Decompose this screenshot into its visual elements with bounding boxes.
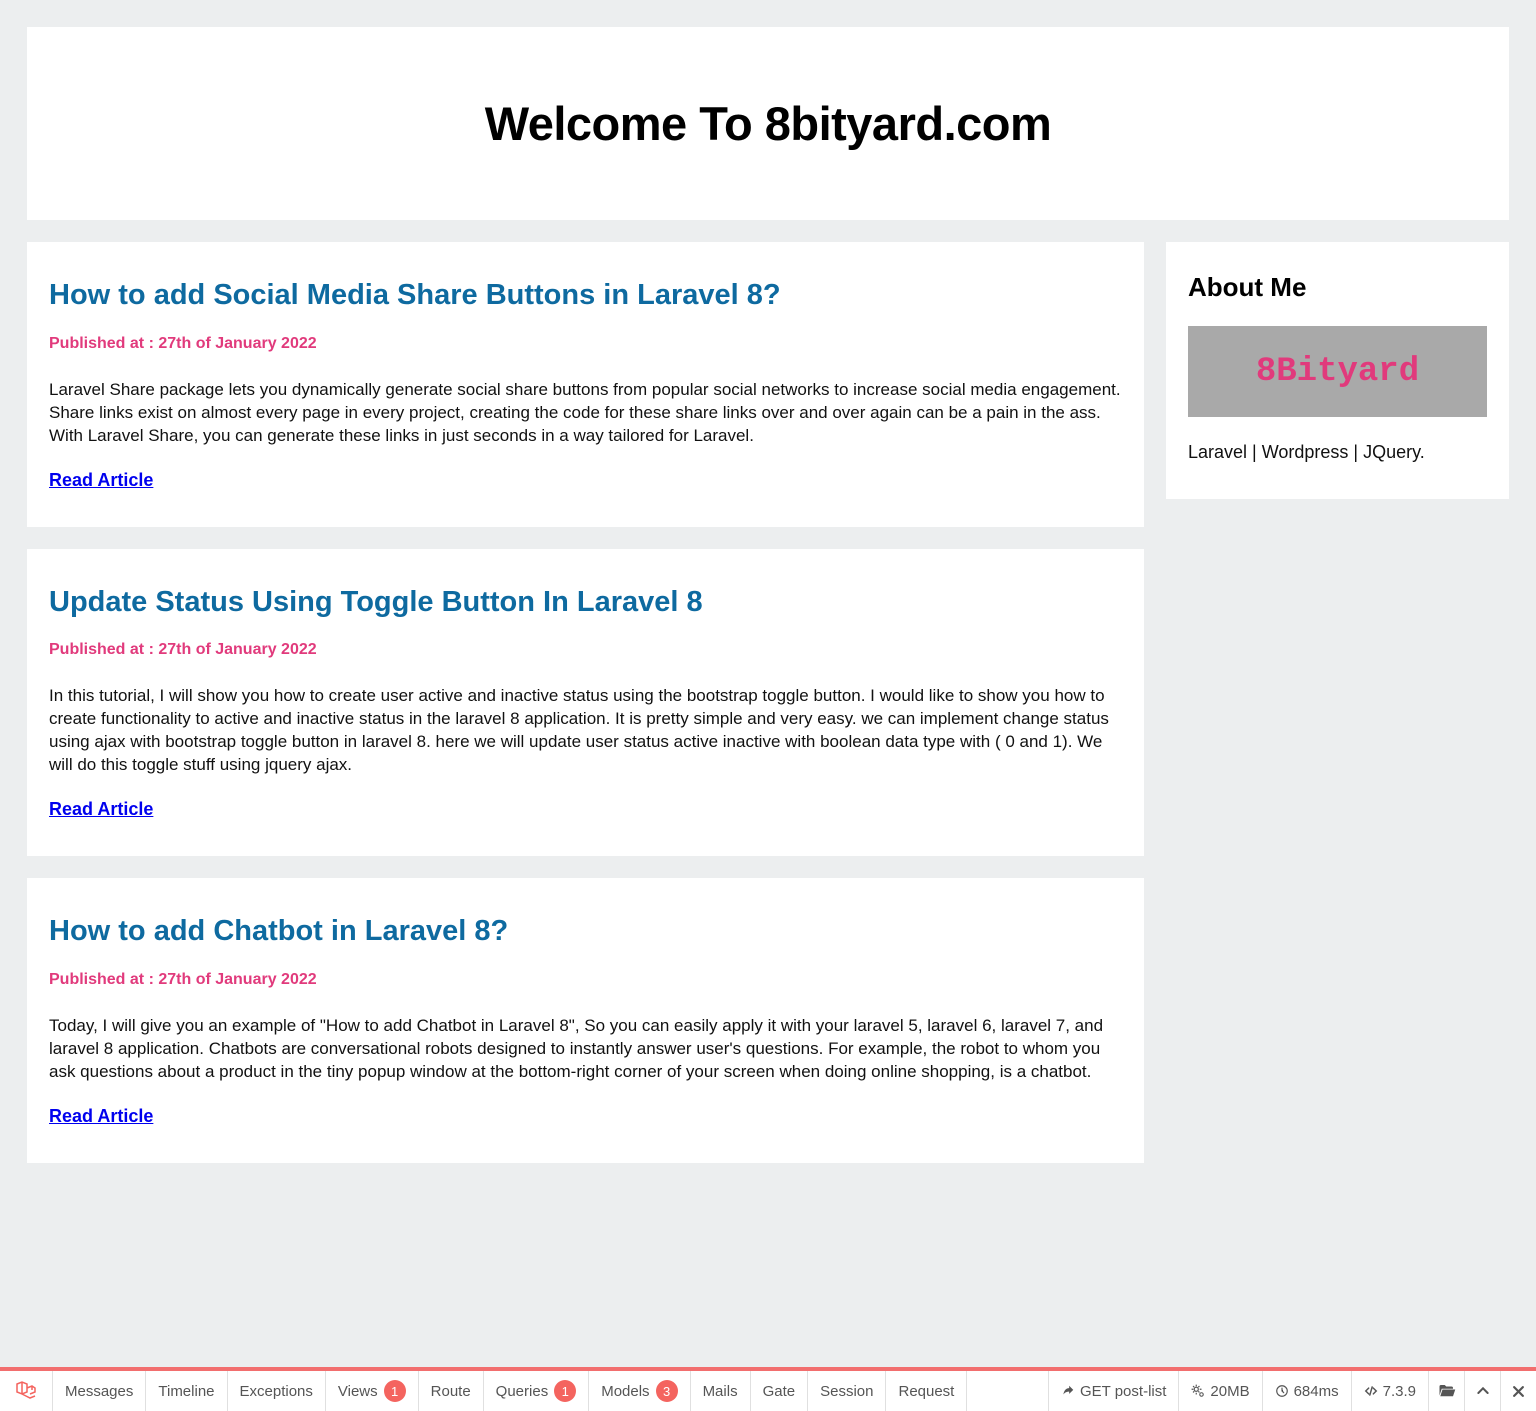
post-card: How to add Social Media Share Buttons in…	[27, 242, 1144, 527]
chevron-up-icon	[1475, 1383, 1491, 1399]
views-badge: 1	[384, 1380, 406, 1402]
debugbar-version-indicator[interactable]: 7.3.9	[1351, 1371, 1428, 1411]
debugbar-tab-timeline[interactable]: Timeline	[146, 1371, 227, 1411]
hero-banner: Welcome To 8bityard.com	[27, 27, 1509, 220]
post-title-link[interactable]: How to add Social Media Share Buttons in…	[49, 278, 1122, 313]
post-body: Today, I will give you an example of "Ho…	[49, 1015, 1122, 1084]
sidebar-desc: Laravel | Wordpress | JQuery.	[1188, 442, 1487, 463]
debugbar-tab-route[interactable]: Route	[419, 1371, 484, 1411]
post-card: How to add Chatbot in Laravel 8? Publish…	[27, 878, 1144, 1163]
folder-open-icon	[1438, 1382, 1456, 1400]
laravel-icon	[14, 1379, 38, 1403]
debugbar-tab-exceptions[interactable]: Exceptions	[228, 1371, 326, 1411]
post-card: Update Status Using Toggle Button In Lar…	[27, 549, 1144, 857]
debugbar-tab-gate[interactable]: Gate	[751, 1371, 809, 1411]
debugbar-tab-request[interactable]: Request	[886, 1371, 967, 1411]
debugbar-collapse-button[interactable]	[1464, 1371, 1500, 1411]
debugbar-route-indicator[interactable]: GET post-list	[1048, 1371, 1178, 1411]
sidebar-title: About Me	[1188, 272, 1487, 303]
read-article-link[interactable]: Read Article	[49, 799, 153, 820]
cogs-icon	[1191, 1384, 1205, 1398]
debugbar-tab-models[interactable]: Models3	[589, 1371, 690, 1411]
read-article-link[interactable]: Read Article	[49, 1106, 153, 1127]
sidebar-about: About Me 8Bityard Laravel | Wordpress | …	[1166, 242, 1509, 499]
post-published: Published at : 27th of January 2022	[49, 641, 1122, 659]
post-body: In this tutorial, I will show you how to…	[49, 685, 1122, 777]
debugbar-folder-button[interactable]	[1428, 1371, 1464, 1411]
debugbar-tab-messages[interactable]: Messages	[53, 1371, 146, 1411]
post-body: Laravel Share package lets you dynamical…	[49, 379, 1122, 448]
post-published: Published at : 27th of January 2022	[49, 335, 1122, 353]
models-badge: 3	[656, 1380, 678, 1402]
debugbar-memory-indicator[interactable]: 20MB	[1178, 1371, 1261, 1411]
page-title: Welcome To 8bityard.com	[485, 96, 1052, 151]
queries-badge: 1	[554, 1380, 576, 1402]
clock-icon	[1275, 1384, 1289, 1398]
debugbar-tab-session[interactable]: Session	[808, 1371, 886, 1411]
debugbar-time-indicator[interactable]: 684ms	[1262, 1371, 1351, 1411]
debugbar-tab-views[interactable]: Views1	[326, 1371, 419, 1411]
post-title-link[interactable]: Update Status Using Toggle Button In Lar…	[49, 585, 1122, 620]
share-icon	[1061, 1384, 1075, 1398]
debugbar-close-button[interactable]	[1500, 1371, 1536, 1411]
read-article-link[interactable]: Read Article	[49, 470, 153, 491]
debugbar-tab-queries[interactable]: Queries1	[484, 1371, 590, 1411]
code-icon	[1364, 1384, 1378, 1398]
sidebar-banner: 8Bityard	[1188, 326, 1487, 417]
debugbar-logo[interactable]	[0, 1371, 53, 1411]
post-published: Published at : 27th of January 2022	[49, 971, 1122, 989]
debugbar-tab-mails[interactable]: Mails	[691, 1371, 751, 1411]
close-icon	[1511, 1384, 1526, 1399]
debugbar: Messages Timeline Exceptions Views1 Rout…	[0, 1370, 1536, 1411]
sidebar-banner-text: 8Bityard	[1256, 353, 1419, 391]
post-title-link[interactable]: How to add Chatbot in Laravel 8?	[49, 914, 1122, 949]
